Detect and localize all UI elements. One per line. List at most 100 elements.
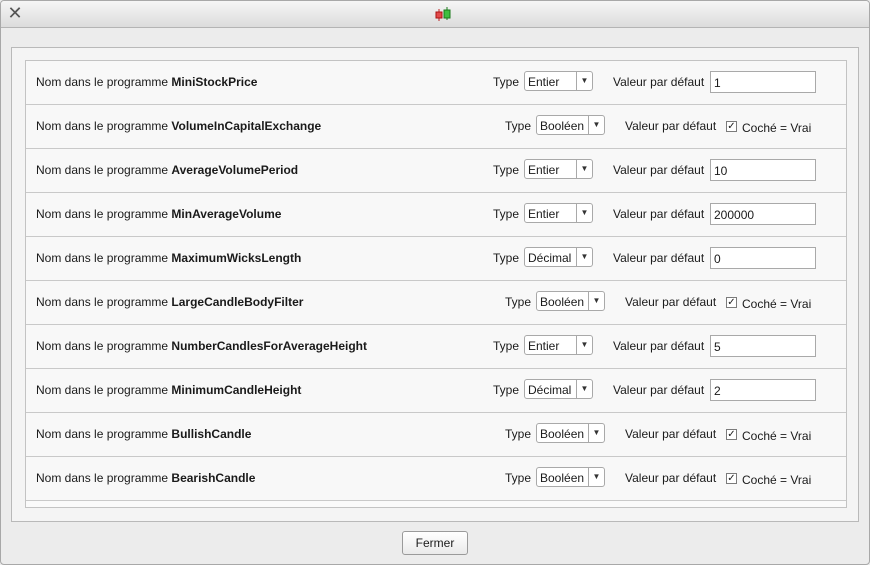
type-select[interactable]: Booléen ▼ <box>536 291 605 311</box>
name-prefix-label: Nom dans le programme <box>36 295 169 309</box>
parameter-identifier: NumberCandlesForAverageHeight <box>171 339 368 353</box>
checkbox-label: Coché = Vrai <box>742 297 812 311</box>
name-prefix-label: Nom dans le programme <box>36 163 169 177</box>
default-value-label: Valeur par défaut <box>625 295 717 309</box>
parameter-row: Nom dans le programme BearishCandle Type… <box>26 457 846 501</box>
default-value-label: Valeur par défaut <box>613 383 705 397</box>
chevron-down-icon: ▼ <box>588 116 604 134</box>
type-select[interactable]: Entier ▼ <box>524 159 593 179</box>
default-value-text: 200000 <box>714 208 755 222</box>
default-value-label: Valeur par défaut <box>613 207 705 221</box>
parameter-identifier: BearishCandle <box>171 471 256 485</box>
parameter-name: Nom dans le programme BearishCandle <box>36 471 255 485</box>
default-value-label: Valeur par défaut <box>613 75 705 89</box>
chevron-down-icon: ▼ <box>588 292 604 310</box>
type-label: Type <box>505 427 532 441</box>
default-value-text: 0 <box>714 252 721 266</box>
parameter-name: Nom dans le programme MinAverageVolume <box>36 207 281 221</box>
default-checkbox[interactable]: ✓ <box>726 429 737 440</box>
default-value-label: Valeur par défaut <box>613 339 705 353</box>
type-select[interactable]: Entier ▼ <box>524 203 593 223</box>
default-value-input[interactable]: 1 <box>710 71 816 93</box>
type-value: Décimal <box>528 383 572 397</box>
default-value-label: Valeur par défaut <box>613 163 705 177</box>
default-checkbox[interactable]: ✓ <box>726 121 737 132</box>
dialog-window: ✕ Nom dans le programme MiniStockPrice T… <box>0 0 870 565</box>
default-value-text: 10 <box>714 164 728 178</box>
chevron-down-icon: ▼ <box>588 424 604 442</box>
default-value-input[interactable]: 2 <box>710 379 816 401</box>
type-value: Entier <box>528 339 560 353</box>
parameter-name: Nom dans le programme AverageVolumePerio… <box>36 163 298 177</box>
parameter-list: Nom dans le programme MiniStockPrice Typ… <box>25 60 847 508</box>
parameter-row: Nom dans le programme MaximumWicksLength… <box>26 237 846 281</box>
chevron-down-icon: ▼ <box>576 336 592 354</box>
default-value-input[interactable]: 200000 <box>710 203 816 225</box>
type-select[interactable]: Booléen ▼ <box>536 423 605 443</box>
type-label: Type <box>493 207 520 221</box>
parameter-name: Nom dans le programme MaximumWicksLength <box>36 251 301 265</box>
default-value-text: 1 <box>714 76 721 90</box>
parameter-row: Nom dans le programme MinAverageVolume T… <box>26 193 846 237</box>
name-prefix-label: Nom dans le programme <box>36 207 169 221</box>
name-prefix-label: Nom dans le programme <box>36 427 169 441</box>
parameter-identifier: LargeCandleBodyFilter <box>171 295 304 309</box>
close-icon[interactable]: ✕ <box>7 4 23 22</box>
name-prefix-label: Nom dans le programme <box>36 119 169 133</box>
type-label: Type <box>493 75 520 89</box>
parameter-identifier: MinimumCandleHeight <box>171 383 302 397</box>
chevron-down-icon: ▼ <box>576 160 592 178</box>
type-select[interactable]: Booléen ▼ <box>536 467 605 487</box>
type-label: Type <box>493 251 520 265</box>
parameter-row: Nom dans le programme MiniStockPrice Typ… <box>26 61 846 105</box>
parameter-row: Nom dans le programme MinimumCandleHeigh… <box>26 369 846 413</box>
parameter-row: Nom dans le programme BullishCandle Type… <box>26 413 846 457</box>
type-label: Type <box>505 295 532 309</box>
default-value-text: 2 <box>714 384 721 398</box>
name-prefix-label: Nom dans le programme <box>36 251 169 265</box>
type-label: Type <box>493 163 520 177</box>
type-value: Booléen <box>540 295 585 309</box>
type-value: Booléen <box>540 427 585 441</box>
chevron-down-icon: ▼ <box>588 468 604 486</box>
close-button[interactable]: Fermer <box>402 531 468 555</box>
chevron-down-icon: ▼ <box>576 248 592 266</box>
parameter-row: Nom dans le programme AverageVolumePerio… <box>26 149 846 193</box>
default-checkbox[interactable]: ✓ <box>726 473 737 484</box>
chevron-down-icon: ▼ <box>576 204 592 222</box>
default-value-input[interactable]: 10 <box>710 159 816 181</box>
type-value: Booléen <box>540 471 585 485</box>
title-bar: ✕ <box>1 1 869 28</box>
default-value-label: Valeur par défaut <box>625 119 717 133</box>
name-prefix-label: Nom dans le programme <box>36 339 169 353</box>
type-select[interactable]: Entier ▼ <box>524 335 593 355</box>
type-value: Entier <box>528 207 560 221</box>
checkbox-label: Coché = Vrai <box>742 473 812 487</box>
type-value: Entier <box>528 75 560 89</box>
parameter-identifier: VolumeInCapitalExchange <box>171 119 322 133</box>
type-value: Entier <box>528 163 560 177</box>
type-select[interactable]: Décimal ▼ <box>524 247 593 267</box>
parameter-row: Nom dans le programme VolumeInCapitalExc… <box>26 105 846 149</box>
parameter-name: Nom dans le programme NumberCandlesForAv… <box>36 339 367 353</box>
type-select[interactable]: Décimal ▼ <box>524 379 593 399</box>
default-value-input[interactable]: 5 <box>710 335 816 357</box>
chevron-down-icon: ▼ <box>576 72 592 90</box>
candlestick-chart-icon <box>435 7 451 21</box>
default-checkbox[interactable]: ✓ <box>726 297 737 308</box>
chevron-down-icon: ▼ <box>576 380 592 398</box>
type-label: Type <box>493 339 520 353</box>
default-value-label: Valeur par défaut <box>613 251 705 265</box>
name-prefix-label: Nom dans le programme <box>36 471 169 485</box>
default-value-input[interactable]: 0 <box>710 247 816 269</box>
parameter-name: Nom dans le programme BullishCandle <box>36 427 251 441</box>
parameters-panel: Nom dans le programme MiniStockPrice Typ… <box>11 47 859 522</box>
parameter-name: Nom dans le programme MiniStockPrice <box>36 75 257 89</box>
parameter-identifier: BullishCandle <box>171 427 252 441</box>
default-value-label: Valeur par défaut <box>625 471 717 485</box>
type-label: Type <box>505 119 532 133</box>
checkbox-label: Coché = Vrai <box>742 121 812 135</box>
type-select[interactable]: Booléen ▼ <box>536 115 605 135</box>
type-select[interactable]: Entier ▼ <box>524 71 593 91</box>
type-value: Décimal <box>528 251 572 265</box>
